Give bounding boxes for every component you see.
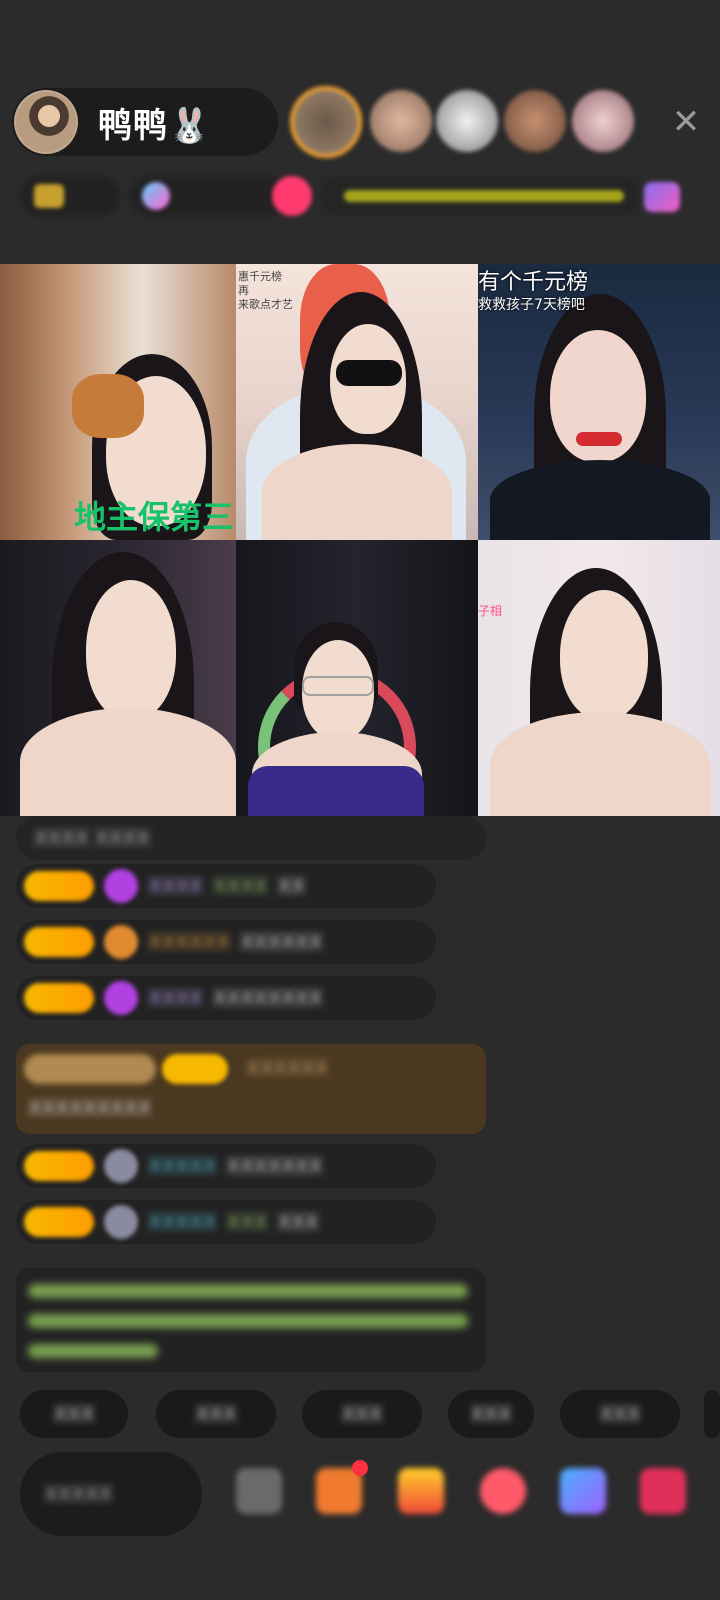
close-icon[interactable]: ✕: [668, 104, 704, 140]
glasses-icon: [302, 676, 374, 696]
quick-reply-chip[interactable]: XXX: [302, 1390, 422, 1438]
level-badge: [24, 871, 94, 901]
viewer-avatar[interactable]: [436, 90, 498, 152]
chat-username: XXXX: [148, 986, 203, 1010]
chat-username: XXXXX: [148, 1210, 217, 1234]
host-name: 鸭鸭🐰: [98, 105, 212, 146]
video-tile-6[interactable]: 子相: [478, 540, 720, 816]
chat-message: XXXXX XXX XXX: [16, 1200, 436, 1244]
chat-message: XXXX XXXX XX: [16, 864, 436, 908]
person-shoulders: [262, 444, 452, 540]
video-tile-5[interactable]: [236, 540, 478, 816]
gift-icon[interactable]: [398, 1468, 444, 1514]
lace-top: [248, 766, 424, 816]
chat-message-text: XXXXXX: [240, 930, 323, 954]
person-shoulders: [20, 708, 236, 816]
video-tile-4[interactable]: [0, 540, 236, 816]
chat-message-text: XX: [277, 874, 306, 898]
sunglasses-icon: [336, 360, 402, 386]
quick-reply-chip[interactable]: XXX: [20, 1390, 128, 1438]
notice-text-blur: [28, 1314, 468, 1328]
notification-dot: [352, 1460, 368, 1476]
tile-overlay-text: 地主保第三: [74, 498, 235, 536]
heart-icon[interactable]: [480, 1468, 526, 1514]
chat-username: XXXXXX: [148, 930, 231, 954]
hour-rank-icon: [142, 182, 170, 210]
emoji-icon[interactable]: [236, 1468, 282, 1514]
notice-text-blur: [28, 1344, 158, 1358]
chat-message-text: XXX: [226, 1210, 268, 1234]
level-badge: [24, 927, 94, 957]
bear-hairclip-icon: [72, 374, 144, 438]
person-shoulders: [490, 460, 710, 540]
video-tile-1[interactable]: 地主保第三: [0, 264, 236, 540]
quick-reply-chip[interactable]: [704, 1390, 720, 1438]
system-notice: [16, 1268, 486, 1372]
badge-icon: [272, 176, 312, 216]
tile-overlay-text: 子相: [478, 604, 503, 618]
lips: [576, 432, 622, 446]
viewer-avatar[interactable]: [504, 90, 566, 152]
quick-reply-row: XXX XXX XXX XXX XXX: [20, 1390, 720, 1440]
bear-icon: [104, 925, 138, 959]
chat-message-text: XXX: [277, 1210, 319, 1234]
level-badge: [24, 983, 94, 1013]
diamond-icon: [104, 869, 138, 903]
level-badge: [24, 1151, 94, 1181]
chat-message: XXXX XXXXXXXX: [16, 976, 436, 1020]
rank-icon: [34, 184, 64, 208]
chat-message-text: XXXXXXX: [226, 1154, 323, 1178]
chat-message-text: XXXXXXXX: [212, 986, 323, 1010]
tile-overlay-text: 有个千元榜 救救孩子7天榜吧: [478, 270, 589, 314]
video-tile-3[interactable]: 有个千元榜 救救孩子7天榜吧: [478, 264, 720, 540]
person-shoulders: [490, 712, 710, 816]
more-icon[interactable]: [640, 1468, 686, 1514]
person-face: [86, 580, 176, 720]
chat-message: XXXXX XXXXXXX: [16, 1144, 436, 1188]
quick-reply-chip[interactable]: XXX: [156, 1390, 276, 1438]
bottom-toolbar: XXXXX: [20, 1452, 710, 1536]
chat-username: XXXX: [212, 874, 268, 898]
gift-badge: [24, 1054, 156, 1084]
host-avatar[interactable]: [14, 90, 78, 154]
gift-message-text: XXXXXXXXX: [28, 1096, 152, 1120]
level-badge: [162, 1054, 228, 1084]
top-viewers[interactable]: [290, 86, 670, 162]
activity-icon[interactable]: [644, 182, 680, 212]
video-tile-2[interactable]: 惠千元榜 再 来歌点才艺: [236, 264, 478, 540]
viewer-avatar[interactable]: [572, 90, 634, 152]
announcement-text-blur: [344, 190, 624, 202]
host-info-pill[interactable]: 鸭鸭🐰: [12, 88, 278, 156]
viewer-avatar[interactable]: [290, 86, 362, 158]
quick-reply-chip[interactable]: XXX: [448, 1390, 534, 1438]
chat-username: XXXXXX: [246, 1056, 329, 1080]
game-icon[interactable]: [560, 1468, 606, 1514]
video-grid: 地主保第三 惠千元榜 再 来歌点才艺 有个千元榜 救救孩子7天榜吧 子相: [0, 264, 720, 816]
chat-message-text: XXXX XXXX: [34, 826, 150, 850]
chat-message: XXXX XXXX: [16, 816, 486, 860]
user-avatar-icon: [104, 1205, 138, 1239]
tile-overlay-text: 惠千元榜 再 来歌点才艺: [238, 270, 293, 311]
quick-reply-chip[interactable]: XXX: [560, 1390, 680, 1438]
user-avatar-icon: [104, 1149, 138, 1183]
person-face: [560, 590, 648, 720]
chat-input[interactable]: XXXXX: [20, 1452, 202, 1536]
level-badge: [24, 1207, 94, 1237]
chat-username: XXXX: [148, 874, 203, 898]
chat-message: XXXXXX XXXXXX: [16, 920, 436, 964]
viewer-avatar[interactable]: [370, 90, 432, 152]
diamond-icon: [104, 981, 138, 1015]
gift-message: XXXXXX XXXXXXXXX: [16, 1044, 486, 1134]
chat-username: XXXXX: [148, 1154, 217, 1178]
notice-text-blur: [28, 1284, 468, 1298]
status-row: [20, 176, 700, 216]
